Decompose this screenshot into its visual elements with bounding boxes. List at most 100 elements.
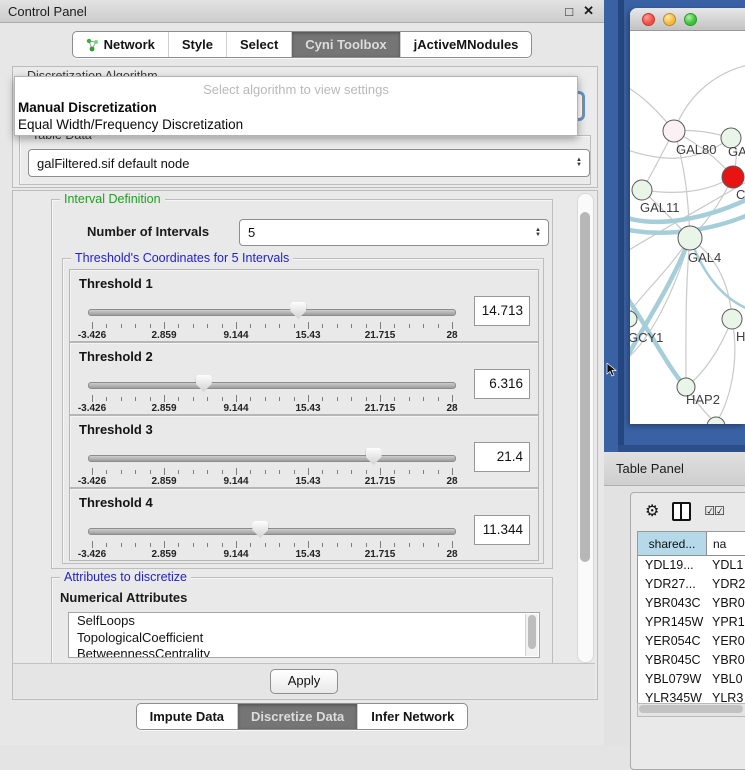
- table-data-combobox[interactable]: galFiltered.sif default node ▲▼: [28, 149, 590, 177]
- threshold-box: Threshold 2-3.4262.8599.14415.4321.71528…: [69, 342, 539, 415]
- threshold-box: Threshold 4-3.4262.8599.14415.4321.71528…: [69, 488, 539, 561]
- columns-icon[interactable]: [672, 502, 691, 521]
- node-table[interactable]: shared... na YDL19...YDL1YDR27...YDR2YBR…: [637, 531, 745, 717]
- network-node[interactable]: [707, 417, 725, 424]
- minimize-traffic-light-icon[interactable]: [663, 13, 676, 26]
- cell-name[interactable]: YBR0: [706, 594, 745, 613]
- combo-stepper-icon: ▲▼: [576, 158, 582, 168]
- tab-jactivemnodules[interactable]: jActiveMNodules: [401, 32, 532, 57]
- numerical-attributes-label: Numerical Attributes: [60, 590, 187, 605]
- tab-style[interactable]: Style: [169, 32, 227, 57]
- slider-track[interactable]: [88, 528, 456, 535]
- slider-track[interactable]: [88, 382, 456, 389]
- checkbox-icons[interactable]: ☑☑: [704, 504, 724, 518]
- table-horizontal-scrollbar[interactable]: [637, 703, 745, 717]
- table-row[interactable]: YBL079WYBL0: [638, 670, 745, 689]
- threshold-slider[interactable]: [88, 446, 454, 466]
- apply-button[interactable]: Apply: [270, 669, 338, 694]
- tab-cyni-toolbox-label: Cyni Toolbox: [305, 37, 386, 52]
- scrollbar-thumb[interactable]: [639, 705, 743, 713]
- table-row[interactable]: YBR045CYBR0: [638, 651, 745, 670]
- table-row[interactable]: YDR27...YDR2: [638, 575, 745, 594]
- table-body: YDL19...YDL1YDR27...YDR2YBR043CYBR0YPR14…: [638, 556, 745, 717]
- table-row[interactable]: YDL19...YDL1: [638, 556, 745, 575]
- threshold-value-field[interactable]: 21.4: [474, 442, 530, 472]
- attributes-scrollbar[interactable]: [525, 614, 538, 656]
- network-edge: [690, 238, 745, 309]
- tab-select[interactable]: Select: [227, 32, 292, 57]
- column-header-shared-name[interactable]: shared...: [638, 532, 707, 555]
- network-node[interactable]: [722, 166, 744, 188]
- tab-style-label: Style: [182, 37, 213, 52]
- threshold-slider[interactable]: [88, 373, 454, 393]
- tab-select-label: Select: [240, 37, 278, 52]
- numerical-attributes-list[interactable]: SelfLoopsTopologicalCoefficientBetweenne…: [68, 612, 540, 658]
- number-of-intervals-combobox[interactable]: 5 ▲▼: [239, 219, 549, 246]
- tab-network[interactable]: Network: [73, 32, 169, 57]
- attribute-list-item[interactable]: BetweennessCentrality: [69, 646, 539, 658]
- slider-scale: -3.4262.8599.14415.4321.71528: [92, 395, 452, 413]
- cell-shared-name[interactable]: YBR043C: [638, 594, 706, 613]
- cell-name[interactable]: YBR0: [706, 651, 745, 670]
- gear-icon[interactable]: ⚙: [645, 501, 659, 521]
- table-panel-title: Table Panel: [604, 461, 684, 476]
- threshold-value-field[interactable]: 6.316: [474, 369, 530, 399]
- tick-label: 21.715: [365, 330, 396, 341]
- tab-cyni-toolbox[interactable]: Cyni Toolbox: [292, 32, 400, 57]
- network-node-label: GAL4: [688, 250, 721, 265]
- network-edge: [630, 238, 690, 319]
- cell-shared-name[interactable]: YBL079W: [638, 670, 706, 689]
- cell-shared-name[interactable]: YBR045C: [638, 651, 706, 670]
- network-canvas[interactable]: GAL80GACGAL11GAL4GCY1HHAP2: [630, 31, 745, 424]
- cell-name[interactable]: YDR2: [706, 575, 745, 594]
- slider-thumb[interactable]: [366, 448, 382, 465]
- slider-track[interactable]: [88, 309, 456, 316]
- threshold-slider[interactable]: [88, 519, 454, 539]
- tab-jactivemnodules-label: jActiveMNodules: [414, 37, 519, 52]
- tab-infer-network[interactable]: Infer Network: [358, 704, 467, 729]
- threshold-value-field[interactable]: 14.713: [474, 296, 530, 326]
- cell-shared-name[interactable]: YDR27...: [638, 575, 706, 594]
- cell-name[interactable]: YER0: [706, 632, 745, 651]
- tab-impute-data[interactable]: Impute Data: [137, 704, 238, 729]
- slider-thumb[interactable]: [252, 521, 268, 538]
- close-icon[interactable]: ✕: [583, 3, 594, 19]
- popup-option-equal-width-frequency[interactable]: Equal Width/Frequency Discretization: [18, 116, 574, 133]
- popup-option-manual-discretization[interactable]: Manual Discretization: [18, 99, 574, 116]
- control-panel-titlebar: Control Panel □ ✕: [0, 0, 604, 23]
- tab-discretize-data[interactable]: Discretize Data: [238, 704, 358, 729]
- number-of-intervals-value: 5: [248, 225, 255, 240]
- settings-scrollbar[interactable]: [577, 193, 594, 663]
- network-node[interactable]: [722, 309, 742, 329]
- network-node-label: GA: [728, 144, 745, 159]
- threshold-value-field[interactable]: 11.344: [474, 515, 530, 545]
- attribute-list-item[interactable]: SelfLoops: [69, 613, 539, 630]
- network-edge: [686, 319, 732, 387]
- threshold-slider[interactable]: [88, 300, 454, 320]
- table-row[interactable]: YBR043CYBR0: [638, 594, 745, 613]
- table-row[interactable]: YPR145WYPR1: [638, 613, 745, 632]
- slider-track[interactable]: [88, 455, 456, 462]
- attribute-list-item[interactable]: TopologicalCoefficient: [69, 630, 539, 647]
- column-header-name[interactable]: na: [707, 532, 745, 555]
- table-row[interactable]: YER054CYER0: [638, 632, 745, 651]
- cell-name[interactable]: YPR1: [706, 613, 745, 632]
- network-node[interactable]: [632, 180, 652, 200]
- cell-shared-name[interactable]: YDL19...: [638, 556, 706, 575]
- network-window-titlebar[interactable]: [630, 8, 745, 31]
- panel-shadow: [618, 0, 624, 452]
- tick-label: 28: [446, 403, 457, 414]
- scrollbar-thumb[interactable]: [580, 212, 590, 562]
- cell-name[interactable]: YBL0: [706, 670, 745, 689]
- slider-thumb[interactable]: [196, 375, 212, 392]
- float-window-icon[interactable]: □: [565, 4, 573, 19]
- cell-shared-name[interactable]: YPR145W: [638, 613, 706, 632]
- cell-shared-name[interactable]: YER054C: [638, 632, 706, 651]
- zoom-traffic-light-icon[interactable]: [684, 13, 697, 26]
- cell-name[interactable]: YDL1: [706, 556, 745, 575]
- network-node[interactable]: [678, 226, 702, 250]
- tab-discretize-data-label: Discretize Data: [251, 709, 344, 724]
- slider-thumb[interactable]: [290, 302, 306, 319]
- network-node[interactable]: [663, 120, 685, 142]
- close-traffic-light-icon[interactable]: [642, 13, 655, 26]
